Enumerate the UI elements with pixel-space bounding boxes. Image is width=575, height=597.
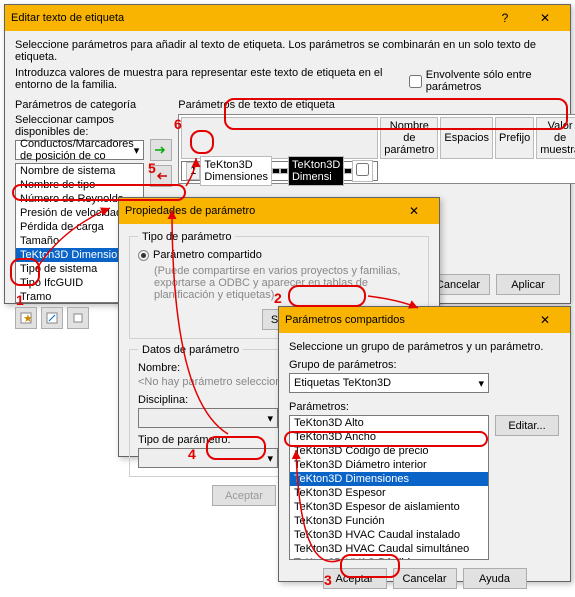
list-item[interactable]: TeKton3D Espesor de aislamiento — [290, 500, 488, 514]
help-icon[interactable]: ? — [486, 8, 524, 28]
delete-param-button[interactable] — [67, 307, 89, 329]
list-item[interactable]: TeKton3D Diámetro interior — [290, 458, 488, 472]
split-checkbox[interactable] — [356, 163, 369, 176]
step-number: 2 — [274, 290, 282, 306]
group-select[interactable]: Etiquetas TeKton3D▾ — [289, 373, 489, 393]
group-label: Tipo de parámetro — [138, 231, 235, 243]
list-item[interactable]: TeKton3D Código de precio — [290, 444, 488, 458]
list-item[interactable]: TeKton3D Dimensiones — [290, 472, 488, 486]
list-item[interactable]: Nombre de sistema — [16, 164, 143, 178]
chevron-down-icon: ▾ — [267, 452, 273, 465]
apply-button[interactable]: Aplicar — [496, 274, 560, 295]
group-label: Datos de parámetro — [138, 344, 243, 356]
titlebar: Propiedades de parámetro ✕ — [119, 198, 439, 224]
hint-text: (Puede compartirse en varios proyectos y… — [154, 265, 420, 301]
close-icon[interactable]: ✕ — [526, 8, 564, 28]
list-item[interactable]: TeKton3D Alto — [290, 416, 488, 430]
list-item[interactable]: Nombre de tipo — [16, 178, 143, 192]
shared-params-dialog: Parámetros compartidos ✕ Seleccione un g… — [278, 306, 571, 582]
close-icon[interactable]: ✕ — [526, 310, 564, 330]
available-fields-select[interactable]: Conductos/Marcadores de posición de co▾ — [15, 140, 144, 160]
params-label: Parámetros: — [289, 401, 560, 413]
category-params-label: Parámetros de categoría — [15, 99, 144, 111]
list-item[interactable]: TeKton3D Espesor — [290, 486, 488, 500]
titlebar: Parámetros compartidos ✕ — [279, 307, 570, 333]
edit-param-button[interactable] — [41, 307, 63, 329]
dialog-title: Parámetros compartidos — [285, 314, 405, 326]
shared-param-radio[interactable] — [138, 250, 149, 261]
step-number: 1 — [16, 292, 24, 308]
label-params-table: Nombre de parámetroEspaciosPrefijoValor … — [178, 114, 575, 184]
label-text-params-label: Parámetros de texto de etiqueta — [178, 99, 575, 111]
param-type-select[interactable]: ▾ — [138, 448, 278, 468]
discipline-select[interactable]: ▾ — [138, 408, 278, 428]
wrap-label: Envolvente sólo entre parámetros — [426, 69, 560, 93]
table-row[interactable]: 1TeKton3D DimensionesTeKton3D Dimensi — [181, 161, 378, 181]
step-number: 5 — [148, 160, 156, 176]
wrap-checkbox[interactable]: Envolvente sólo entre parámetros — [409, 69, 560, 93]
ok-button: Aceptar — [212, 485, 276, 506]
step-number: 6 — [174, 116, 182, 132]
chevron-down-icon: ▾ — [478, 377, 484, 390]
shared-param-label: Parámetro compartido — [153, 249, 262, 261]
intro-text-2: Introduzca valores de muestra para repre… — [15, 67, 409, 91]
list-item[interactable]: TeKton3D Función — [290, 514, 488, 528]
list-item[interactable]: TeKton3D HVAC Caudal simultáneo — [290, 542, 488, 556]
list-item[interactable]: TeKton3D HVAC Pérdida — [290, 556, 488, 560]
edit-button[interactable]: Editar... — [495, 415, 559, 436]
titlebar: Editar texto de etiqueta ? ✕ — [5, 5, 570, 31]
dialog-title: Propiedades de parámetro — [125, 205, 255, 217]
dialog-title: Editar texto de etiqueta — [11, 12, 124, 24]
step-number: 4 — [188, 446, 196, 462]
available-fields-label: Seleccionar campos disponibles de: — [15, 114, 144, 138]
new-param-button[interactable]: ★ — [15, 307, 37, 329]
group-label: Grupo de parámetros: — [289, 359, 560, 371]
chevron-down-icon: ▾ — [267, 412, 273, 425]
add-param-button[interactable] — [150, 139, 172, 161]
intro-text: Seleccione un grupo de parámetros y un p… — [289, 341, 560, 353]
list-item[interactable]: TeKton3D Ancho — [290, 430, 488, 444]
list-item[interactable]: TeKton3D HVAC Caudal instalado — [290, 528, 488, 542]
close-icon[interactable]: ✕ — [395, 201, 433, 221]
intro-text: Seleccione parámetros para añadir al tex… — [15, 39, 560, 63]
chevron-down-icon: ▾ — [134, 144, 140, 157]
svg-text:★: ★ — [23, 313, 33, 325]
params-list[interactable]: TeKton3D AltoTeKton3D AnchoTeKton3D Códi… — [289, 415, 489, 560]
